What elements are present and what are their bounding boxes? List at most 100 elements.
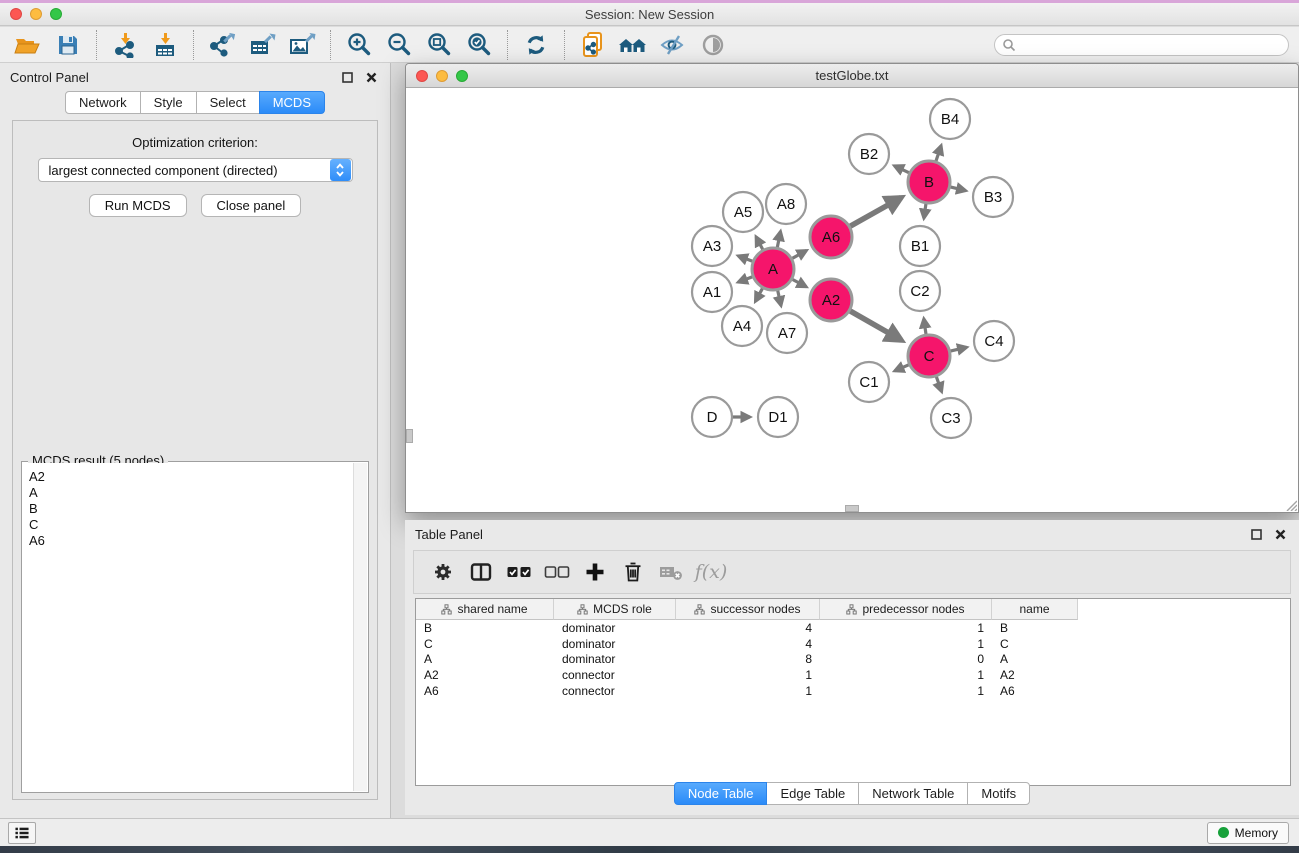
window-resize-grip[interactable] [1283, 497, 1297, 511]
table-cell[interactable]: A6 [992, 684, 1078, 698]
graph-node-A3[interactable]: A3 [692, 226, 732, 266]
table-cell[interactable]: 1 [820, 621, 992, 635]
mcds-result-item[interactable]: C [29, 517, 347, 533]
graph-node-D[interactable]: D [692, 397, 732, 437]
column-header-shared-name[interactable]: shared name [416, 599, 554, 620]
tab-style[interactable]: Style [140, 91, 197, 114]
hide-graphics-details-button[interactable] [653, 30, 693, 60]
column-header-MCDS-role[interactable]: MCDS role [554, 599, 676, 620]
save-session-button[interactable] [48, 30, 88, 60]
graph-node-A2[interactable]: A2 [810, 279, 852, 321]
graph-node-D1[interactable]: D1 [758, 397, 798, 437]
import-table-button[interactable] [145, 30, 185, 60]
table-cell[interactable]: 4 [676, 621, 820, 635]
memory-button[interactable]: Memory [1207, 822, 1289, 844]
tab-mcds[interactable]: MCDS [259, 91, 325, 114]
table-row[interactable]: Bdominator41B [416, 620, 1290, 636]
graph-node-A[interactable]: A [752, 248, 794, 290]
mcds-result-item[interactable]: A2 [29, 469, 347, 485]
table-cell[interactable]: C [416, 637, 554, 651]
table-row[interactable]: Adominator80A [416, 652, 1290, 668]
mcds-result-item[interactable]: A [29, 485, 347, 501]
refresh-view-button[interactable] [516, 30, 556, 60]
table-cell[interactable]: B [992, 621, 1078, 635]
graph-node-C4[interactable]: C4 [974, 321, 1014, 361]
graph-node-A6[interactable]: A6 [810, 216, 852, 258]
table-cell[interactable]: 1 [676, 684, 820, 698]
table-cell[interactable]: C [992, 637, 1078, 651]
select-all-columns-button[interactable] [500, 555, 538, 589]
search-input[interactable] [994, 34, 1289, 56]
graph-node-B3[interactable]: B3 [973, 177, 1013, 217]
tab-network[interactable]: Network [65, 91, 141, 114]
export-image-button[interactable] [282, 30, 322, 60]
graph-edge-A2-C[interactable] [847, 309, 902, 340]
graph-node-A5[interactable]: A5 [723, 192, 763, 232]
table-cell[interactable]: connector [554, 684, 676, 698]
table-cell[interactable]: 8 [676, 652, 820, 666]
tab-network-table[interactable]: Network Table [858, 782, 968, 805]
table-cell[interactable]: 1 [676, 668, 820, 682]
canvas-resize-handle-bottom[interactable] [845, 505, 859, 512]
graph-node-B4[interactable]: B4 [930, 99, 970, 139]
function-builder-button[interactable]: f(x) [690, 555, 728, 589]
table-options-button[interactable] [424, 555, 462, 589]
table-cell[interactable]: A2 [992, 668, 1078, 682]
open-file-button[interactable] [8, 30, 48, 60]
show-panels-list-button[interactable] [8, 822, 36, 844]
unselect-all-columns-button[interactable] [538, 555, 576, 589]
graph-node-B1[interactable]: B1 [900, 226, 940, 266]
table-row[interactable]: A2connector11A2 [416, 667, 1290, 683]
add-column-button[interactable] [576, 555, 614, 589]
graph-node-C3[interactable]: C3 [931, 398, 971, 438]
zoom-out-button[interactable] [379, 30, 419, 60]
delete-table-button[interactable] [652, 555, 690, 589]
close-table-panel-icon[interactable] [1271, 525, 1289, 543]
float-table-panel-icon[interactable] [1247, 525, 1265, 543]
table-cell[interactable]: connector [554, 668, 676, 682]
table-cell[interactable]: A [416, 652, 554, 666]
graph-node-A4[interactable]: A4 [722, 306, 762, 346]
table-cell[interactable]: dominator [554, 621, 676, 635]
split-panel-button[interactable] [462, 555, 500, 589]
network-window-titlebar[interactable]: testGlobe.txt [406, 64, 1298, 88]
table-cell[interactable]: B [416, 621, 554, 635]
graph-node-A1[interactable]: A1 [692, 272, 732, 312]
table-cell[interactable]: 1 [820, 684, 992, 698]
criterion-dropdown[interactable]: largest connected component (directed) [38, 158, 353, 182]
graph-node-C[interactable]: C [908, 335, 950, 377]
network-manager-button[interactable] [573, 30, 613, 60]
table-cell[interactable]: A2 [416, 668, 554, 682]
delete-columns-button[interactable] [614, 555, 652, 589]
export-table-button[interactable] [242, 30, 282, 60]
graph-node-C2[interactable]: C2 [900, 271, 940, 311]
export-network-button[interactable] [202, 30, 242, 60]
graph-node-A8[interactable]: A8 [766, 184, 806, 224]
mcds-result-item[interactable]: A6 [29, 533, 347, 549]
table-row[interactable]: A6connector11A6 [416, 683, 1290, 699]
graph-node-C1[interactable]: C1 [849, 362, 889, 402]
graph-node-B[interactable]: B [908, 161, 950, 203]
zoom-fit-button[interactable] [419, 30, 459, 60]
graph-node-A7[interactable]: A7 [767, 313, 807, 353]
tab-select[interactable]: Select [196, 91, 260, 114]
table-cell[interactable]: 0 [820, 652, 992, 666]
run-mcds-button[interactable]: Run MCDS [89, 194, 187, 217]
import-network-button[interactable] [105, 30, 145, 60]
table-cell[interactable]: A [992, 652, 1078, 666]
network-canvas[interactable]: B4B2BB3A8A5A6B1A3AA1C2A2A4A7C4CC1C3DD1 [406, 88, 1298, 512]
tab-motifs[interactable]: Motifs [967, 782, 1030, 805]
reset-layout-button[interactable] [613, 30, 653, 60]
close-panel-icon[interactable] [362, 68, 380, 86]
mcds-result-scrollbar[interactable] [353, 463, 367, 791]
column-header-name[interactable]: name [992, 599, 1078, 620]
column-header-successor-nodes[interactable]: successor nodes [676, 599, 820, 620]
table-cell[interactable]: 1 [820, 637, 992, 651]
float-panel-icon[interactable] [338, 68, 356, 86]
graph-edge-A6-B[interactable] [847, 198, 902, 229]
canvas-resize-handle-left[interactable] [406, 429, 413, 443]
column-header-predecessor-nodes[interactable]: predecessor nodes [820, 599, 992, 620]
table-cell[interactable]: dominator [554, 637, 676, 651]
close-panel-button[interactable]: Close panel [201, 194, 302, 217]
zoom-in-button[interactable] [339, 30, 379, 60]
